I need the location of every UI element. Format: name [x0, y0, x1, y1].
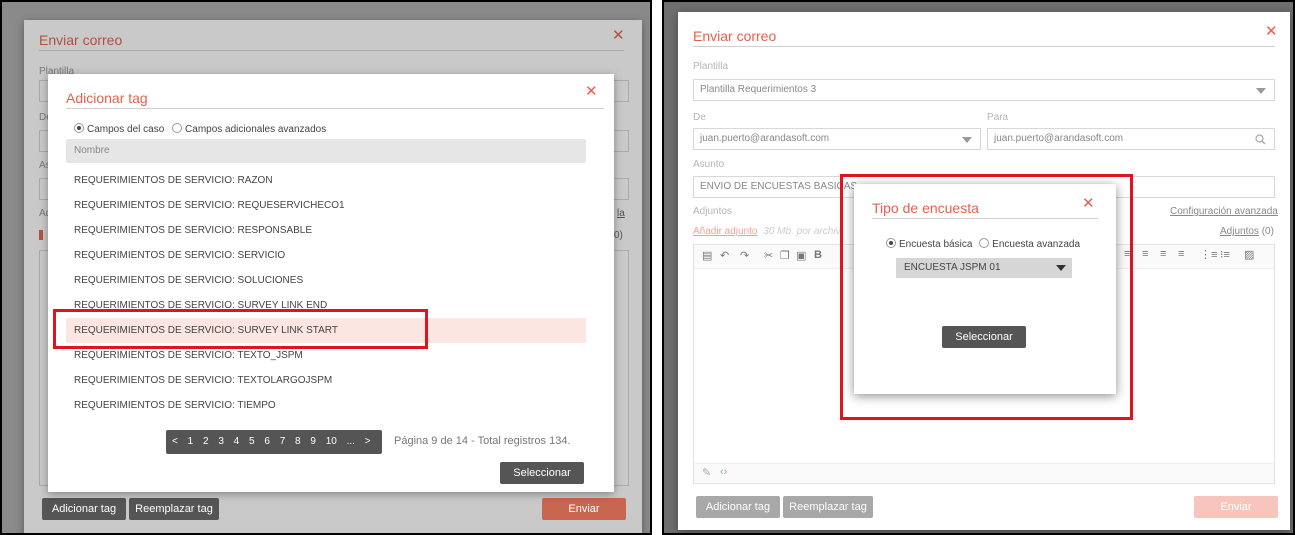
align-right-icon[interactable]: ≡: [1160, 248, 1166, 260]
pager-prev[interactable]: <: [172, 436, 178, 447]
pager-page[interactable]: 5: [249, 436, 255, 447]
close-icon[interactable]: ✕: [1265, 24, 1278, 39]
image-icon[interactable]: ▨: [1244, 248, 1254, 261]
pager-page[interactable]: 7: [280, 436, 286, 447]
justify-icon[interactable]: ≡: [1178, 248, 1184, 260]
list-item[interactable]: REQUERIMIENTOS DE SERVICIO: RAZON: [74, 168, 586, 193]
chevron-down-icon: [962, 137, 972, 143]
paste-icon[interactable]: ▣: [796, 249, 806, 262]
column-header[interactable]: Nombre: [66, 139, 586, 163]
list-item[interactable]: REQUERIMIENTOS DE SERVICIO: REQUESERVICH…: [74, 193, 586, 218]
radio-advanced-fields[interactable]: [172, 123, 183, 133]
para-label: Para: [987, 112, 1009, 123]
undo-icon[interactable]: ↶: [720, 249, 729, 262]
highlight-box: [840, 174, 1133, 420]
pager-info: Página 9 de 14 - Total registros 134.: [394, 435, 571, 447]
pager-ellipsis[interactable]: ...: [347, 436, 355, 447]
asunto-label: Asunto: [693, 159, 725, 170]
cut-icon[interactable]: ✂: [764, 249, 773, 262]
add-attachment-link[interactable]: Añadir adjunto: [693, 226, 758, 237]
select-button[interactable]: Seleccionar: [500, 462, 584, 484]
de-select[interactable]: juan.puerto@arandasoft.com: [693, 128, 981, 150]
bold-icon[interactable]: B: [814, 249, 822, 261]
add-attachment-link[interactable]: [39, 230, 43, 240]
list-item[interactable]: REQUERIMIENTOS DE SERVICIO: SERVICIO: [74, 243, 586, 268]
pager-page[interactable]: 1: [188, 436, 194, 447]
add-tag-button[interactable]: Adicionar tag: [696, 496, 780, 518]
list-item[interactable]: REQUERIMIENTOS DE SERVICIO: SOLUCIONES: [74, 268, 586, 293]
redo-icon[interactable]: ↷: [740, 249, 749, 262]
right-screenshot-panel: Enviar correo ✕ Plantilla Plantilla Requ…: [662, 0, 1295, 535]
attachments-count: (0): [1261, 226, 1274, 237]
plantilla-label: Plantilla: [693, 61, 729, 72]
editor-footer: ✎ ‹›: [694, 463, 1274, 483]
send-button[interactable]: Enviar: [542, 498, 626, 520]
numbered-list-icon[interactable]: ⋮≡: [1200, 248, 1217, 261]
search-icon[interactable]: [1255, 134, 1266, 145]
pager-next[interactable]: >: [365, 436, 371, 447]
add-tag-dialog: Adicionar tag ✕ Campos del caso Campos a…: [48, 74, 614, 492]
pager-page[interactable]: 8: [295, 436, 301, 447]
pager-page[interactable]: 6: [264, 436, 270, 447]
pager-page[interactable]: 3: [218, 436, 224, 447]
attachment-hint: 30 Mb. por archiv: [763, 226, 841, 237]
replace-tag-button[interactable]: Reemplazar tag: [783, 496, 873, 518]
advanced-config-link[interactable]: la: [617, 208, 625, 219]
attachment-row: Añadir adjunto 30 Mb. por archiv: [693, 226, 841, 237]
replace-tag-button[interactable]: Reemplazar tag: [129, 498, 219, 520]
adjuntos-label: Adjuntos: [693, 206, 732, 217]
advanced-config-link[interactable]: Configuración avanzada: [1170, 206, 1278, 217]
pencil-icon[interactable]: ✎: [702, 466, 711, 479]
align-center-icon[interactable]: ≡: [1142, 248, 1148, 260]
pager-page[interactable]: 4: [234, 436, 240, 447]
pagination: < 1 2 3 4 5 6 7 8 9 10 ... >: [166, 430, 382, 454]
email-dialog-title: Enviar correo: [39, 32, 123, 48]
attachments-count: 0): [614, 230, 623, 241]
print-icon[interactable]: ▤: [702, 249, 712, 262]
list-item[interactable]: REQUERIMIENTOS DE SERVICIO: RESPONSABLE: [74, 218, 586, 243]
list-item[interactable]: REQUERIMIENTOS DE SERVICIO: TEXTOLARGOJS…: [74, 368, 586, 393]
source-code-icon[interactable]: ‹›: [720, 466, 727, 478]
close-icon[interactable]: ✕: [612, 28, 625, 43]
plantilla-select[interactable]: Plantilla Requerimientos 3: [693, 79, 1275, 101]
left-screenshot-panel: Enviar correo ✕ Plantilla De As Ad la 0)…: [0, 0, 652, 535]
add-tag-title: Adicionar tag: [66, 90, 148, 106]
radio-case-fields[interactable]: [74, 123, 84, 133]
pager-page[interactable]: 10: [326, 436, 337, 447]
attachments-summary: Adjuntos (0): [1220, 226, 1274, 237]
attachments-link[interactable]: Adjuntos: [1220, 226, 1259, 237]
pager-page[interactable]: 2: [203, 436, 209, 447]
close-icon[interactable]: ✕: [585, 84, 598, 99]
email-dialog-title: Enviar correo: [693, 28, 777, 44]
list-item[interactable]: REQUERIMIENTOS DE SERVICIO: TIEMPO: [74, 393, 586, 418]
field-source-radios: Campos del caso Campos adicionales avanz…: [74, 123, 326, 135]
add-tag-button[interactable]: Adicionar tag: [42, 498, 126, 520]
bullet-list-icon[interactable]: ⁝≡: [1220, 248, 1230, 261]
para-input[interactable]: juan.puerto@arandasoft.com: [987, 128, 1275, 150]
de-label: De: [693, 112, 706, 123]
copy-icon[interactable]: ❐: [780, 249, 790, 262]
chevron-down-icon: [1256, 88, 1266, 94]
pager-page[interactable]: 9: [310, 436, 316, 447]
highlight-box: [53, 309, 428, 349]
send-button[interactable]: Enviar: [1194, 496, 1278, 518]
